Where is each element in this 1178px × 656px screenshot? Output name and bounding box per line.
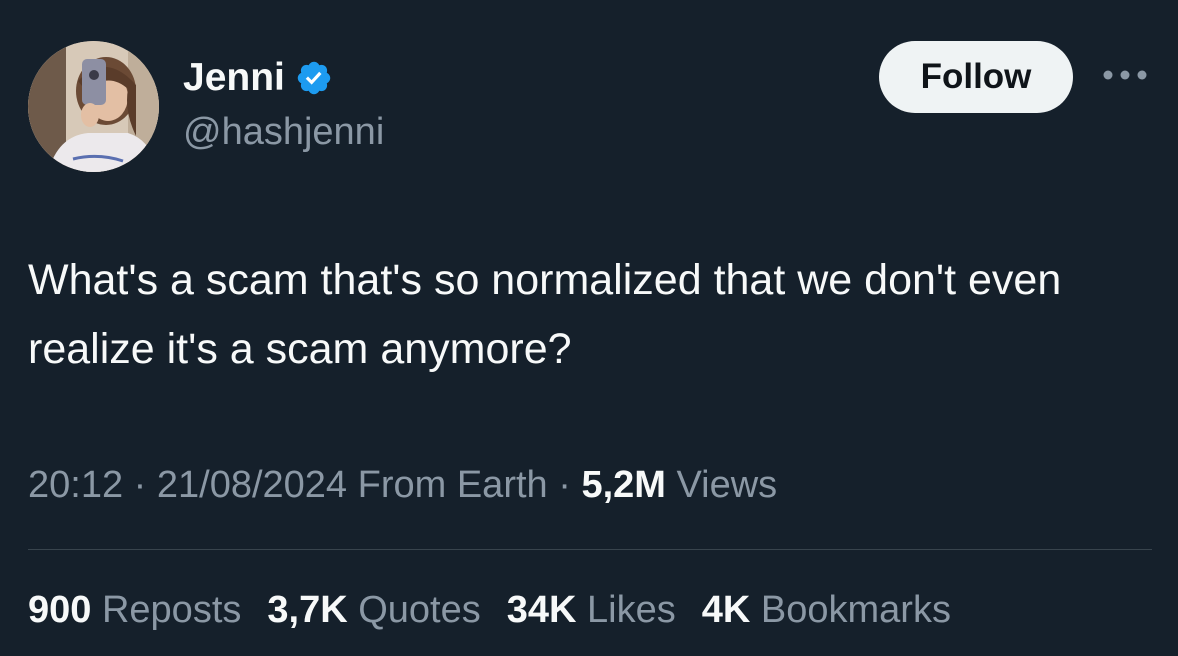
tweet-date[interactable]: 21/08/2024 xyxy=(157,464,347,506)
tweet-meta: 20:12 · 21/08/2024 From Earth · 5,2M Vie… xyxy=(28,463,777,507)
likes-label: Likes xyxy=(587,589,676,631)
bookmarks-label: Bookmarks xyxy=(760,589,951,631)
tweet-text: What's a scam that's so normalized that … xyxy=(28,256,1062,373)
tweet-card: Jenni @hashjenni Follow What's a scam th… xyxy=(0,0,1178,656)
stat-likes[interactable]: 34K Likes xyxy=(507,586,676,634)
reposts-label: Reposts xyxy=(101,589,242,631)
stat-bookmarks[interactable]: 4K Bookmarks xyxy=(702,586,951,634)
likes-count: 34K xyxy=(506,589,577,631)
more-horizontal-icon xyxy=(1103,70,1147,80)
tweet-source: From Earth xyxy=(358,464,548,506)
display-name[interactable]: Jenni xyxy=(183,56,285,100)
views-count: 5,2M xyxy=(581,464,666,506)
views-label-text: Views xyxy=(676,464,778,506)
quotes-label: Quotes xyxy=(358,589,481,631)
user-handle[interactable]: @hashjenni xyxy=(183,110,384,154)
meta-separator: · xyxy=(558,464,582,506)
tweet-source-text: From Earth xyxy=(357,464,548,506)
bookmarks-count: 4K xyxy=(701,589,751,631)
stat-reposts[interactable]: 900 Reposts xyxy=(28,586,241,634)
name-row: Jenni xyxy=(183,56,333,100)
tweet-time[interactable]: 20:12 xyxy=(28,464,123,506)
stat-quotes[interactable]: 3,7K Quotes xyxy=(267,586,480,634)
divider xyxy=(28,549,1152,550)
verified-badge-icon xyxy=(295,59,333,97)
avatar[interactable] xyxy=(28,41,159,172)
more-options-button[interactable] xyxy=(1100,60,1150,90)
engagement-stats: 900 Reposts 3,7K Quotes 34K Likes 4K Boo… xyxy=(28,586,977,634)
avatar-image xyxy=(28,41,159,172)
follow-button[interactable]: Follow xyxy=(879,41,1073,113)
meta-separator: · xyxy=(133,464,157,506)
reposts-count: 900 xyxy=(28,589,92,631)
views-label: Views xyxy=(677,464,778,506)
quotes-count: 3,7K xyxy=(267,589,348,631)
